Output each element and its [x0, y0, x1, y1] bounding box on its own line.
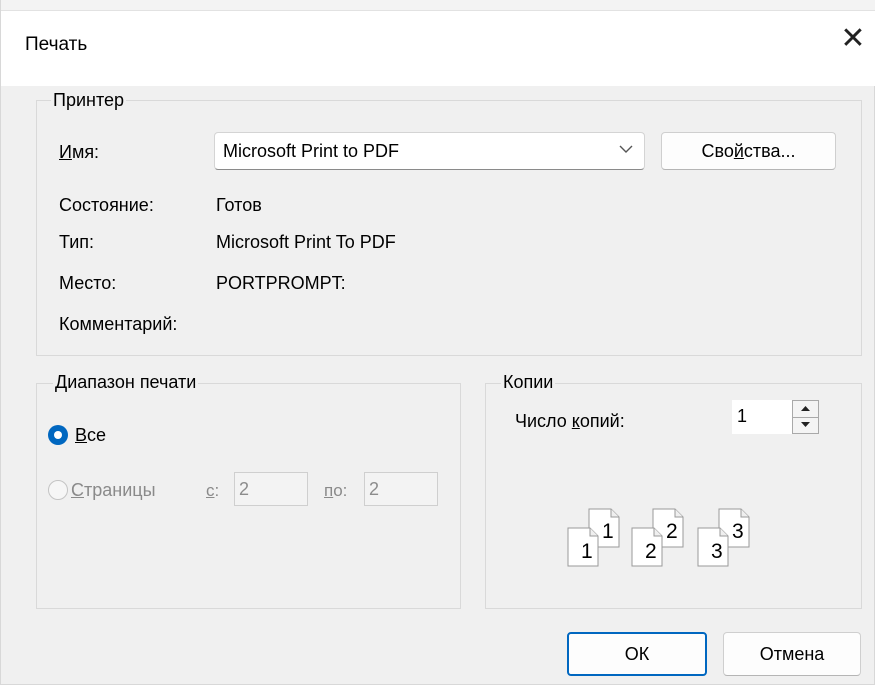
close-icon[interactable]: ✕ — [836, 24, 870, 58]
printer-name-label: Имя: — [59, 142, 100, 162]
spinner-up-button[interactable] — [793, 401, 818, 418]
printer-name-value: Microsoft Print to PDF — [223, 141, 400, 161]
status-value: Готов — [216, 195, 262, 215]
collate-pages-icon: 1 1 2 2 3 3 — [567, 508, 750, 567]
arrow-up-icon — [801, 406, 810, 411]
type-value: Microsoft Print To PDF — [216, 232, 396, 252]
printer-name-select[interactable]: Microsoft Print to PDF — [214, 132, 645, 170]
range-pages-radio[interactable] — [48, 480, 68, 500]
range-from-label: с: — [206, 481, 220, 500]
collate-set-2-back-number: 2 — [666, 520, 678, 543]
range-to-field[interactable]: 2 — [364, 472, 438, 506]
dialog-title: Печать — [25, 34, 88, 55]
collate-set-3-front-number: 3 — [711, 540, 723, 563]
print-range-legend: Диапазон печати — [53, 372, 199, 392]
spinner-down-button[interactable] — [793, 417, 818, 433]
ok-button[interactable]: ОК — [567, 632, 707, 676]
type-label: Тип: — [59, 232, 95, 252]
range-all-radio[interactable] — [48, 425, 68, 445]
collate-set-3: 3 3 — [697, 508, 750, 567]
collate-set-2: 2 2 — [631, 508, 684, 567]
copies-spinner — [792, 400, 819, 434]
copies-count-input[interactable]: 1 — [732, 400, 792, 434]
copies-legend: Копии — [501, 372, 556, 392]
printer-group-legend: Принтер — [51, 90, 127, 110]
cancel-button[interactable]: Отмена — [723, 632, 861, 676]
window-top-edge — [1, 0, 875, 11]
comment-label: Комментарий: — [59, 314, 178, 334]
range-from-field[interactable]: 2 — [234, 472, 308, 506]
status-label: Состояние: — [59, 195, 154, 215]
collate-set-1-front-number: 1 — [581, 540, 593, 563]
range-to-label: по: — [324, 481, 348, 500]
properties-button[interactable]: Свойства... — [661, 132, 836, 170]
range-pages-label[interactable]: Страницы — [71, 479, 156, 501]
collate-set-1: 1 1 — [567, 508, 620, 567]
location-label: Место: — [59, 273, 117, 293]
collate-set-2-front-number: 2 — [645, 540, 657, 563]
title-bar: Печать ✕ — [1, 0, 875, 86]
location-value: PORTPROMPT: — [216, 273, 346, 293]
print-dialog: Печать ✕ Принтер Имя: Microsoft Print to… — [0, 0, 875, 685]
collate-set-1-back-number: 1 — [602, 520, 614, 543]
arrow-down-icon — [801, 422, 810, 427]
copies-count-label: Число копий: — [515, 411, 625, 431]
chevron-down-icon — [619, 145, 633, 153]
range-all-label[interactable]: Все — [75, 424, 106, 446]
collate-set-3-back-number: 3 — [732, 520, 744, 543]
